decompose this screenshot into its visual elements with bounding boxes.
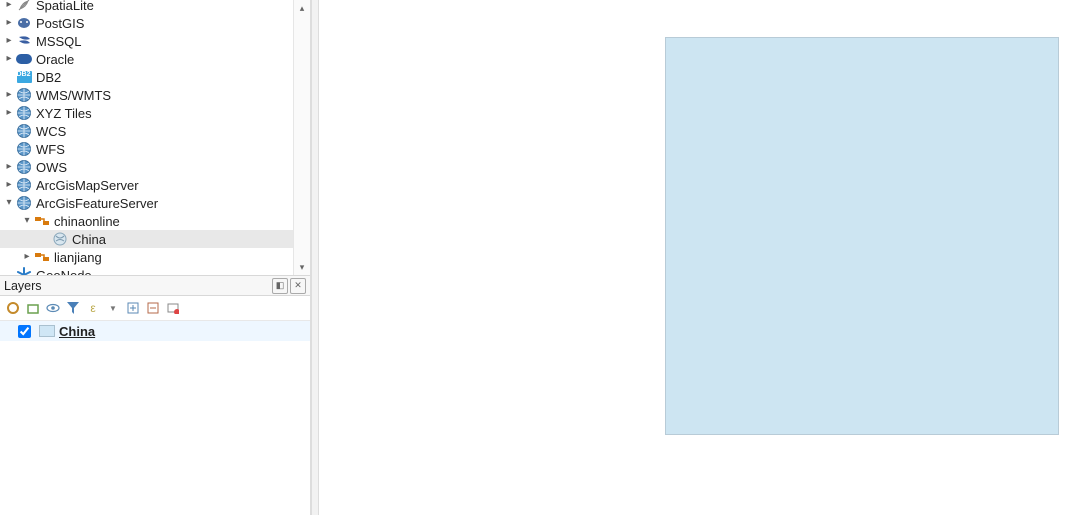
globe-icon	[16, 123, 32, 139]
browser-panel: ▸SpatiaLite▸PostGIS▸MSSQL▸Oracle▸DB2DB2▸…	[0, 0, 310, 275]
expand-arrow-icon[interactable]: ▸	[4, 36, 14, 46]
globe-icon	[16, 87, 32, 103]
undock-button[interactable]: ◧	[272, 278, 288, 294]
oracle-icon	[16, 51, 32, 67]
expand-arrow-icon[interactable]: ▸	[4, 0, 14, 10]
globe-icon	[16, 177, 32, 193]
close-panel-button[interactable]: ✕	[290, 278, 306, 294]
browser-item-label: lianjiang	[54, 250, 102, 265]
browser-item-wcs[interactable]: ▸WCS	[0, 122, 310, 140]
browser-item-postgis[interactable]: ▸ PostGIS	[0, 14, 310, 32]
browser-item-label: chinaonline	[54, 214, 120, 229]
layer-visibility-checkbox[interactable]	[18, 325, 31, 338]
db2-icon: DB2	[16, 69, 32, 85]
globe-icon	[16, 105, 32, 121]
layer-globe-icon	[52, 231, 68, 247]
globe-icon	[16, 159, 32, 175]
browser-item-label: DB2	[36, 70, 61, 85]
layers-toolbar: ε ▼	[0, 296, 310, 321]
style-manager-icon[interactable]	[6, 301, 20, 315]
filter-icon[interactable]	[66, 301, 80, 315]
browser-item-ows[interactable]: ▸ OWS	[0, 158, 310, 176]
expression-icon[interactable]: ε	[86, 301, 100, 315]
expand-arrow-icon[interactable]: ▸	[4, 108, 14, 118]
scroll-down-icon[interactable]: ▾	[294, 259, 310, 275]
layer-label: China	[59, 324, 95, 339]
browser-item-label: WFS	[36, 142, 65, 157]
browser-item-china[interactable]: ▸China	[0, 230, 310, 248]
connector-icon	[34, 249, 50, 265]
browser-item-mssql[interactable]: ▸ MSSQL	[0, 32, 310, 50]
mssql-icon	[16, 33, 32, 49]
elephant-icon	[16, 15, 32, 31]
browser-item-geonode[interactable]: ▸GeoNode	[0, 266, 310, 275]
map-feature-rectangle	[665, 37, 1059, 435]
browser-item-label: SpatiaLite	[36, 0, 94, 13]
browser-item-label: WCS	[36, 124, 66, 139]
expand-arrow-icon[interactable]: ▸	[4, 90, 14, 100]
expand-arrow-icon[interactable]: ▸	[4, 180, 14, 190]
browser-scrollbar[interactable]: ▴ ▾	[293, 0, 310, 275]
browser-item-chinaonline[interactable]: ▾ chinaonline	[0, 212, 310, 230]
expand-arrow-icon[interactable]: ▸	[22, 252, 32, 262]
add-group-icon[interactable]	[26, 301, 40, 315]
feather-icon	[16, 0, 32, 13]
browser-item-label: GeoNode	[36, 268, 92, 276]
browser-item-oracle[interactable]: ▸ Oracle	[0, 50, 310, 68]
browser-item-xyz-tiles[interactable]: ▸ XYZ Tiles	[0, 104, 310, 122]
browser-item-lianjiang[interactable]: ▸ lianjiang	[0, 248, 310, 266]
browser-item-label: WMS/WMTS	[36, 88, 111, 103]
panel-resize-handle[interactable]	[311, 0, 319, 515]
browser-item-label: PostGIS	[36, 16, 84, 31]
browser-item-label: ArcGisMapServer	[36, 178, 139, 193]
expand-arrow-icon[interactable]: ▾	[4, 198, 14, 208]
expand-all-icon[interactable]	[126, 301, 140, 315]
browser-item-db2[interactable]: ▸DB2DB2	[0, 68, 310, 86]
browser-item-label: ArcGisFeatureServer	[36, 196, 158, 211]
browser-item-arcgismapserver[interactable]: ▸ ArcGisMapServer	[0, 176, 310, 194]
scroll-up-icon[interactable]: ▴	[294, 0, 310, 16]
dropdown-icon[interactable]: ▼	[106, 301, 120, 315]
browser-item-label: Oracle	[36, 52, 74, 67]
browser-item-wfs[interactable]: ▸WFS	[0, 140, 310, 158]
collapse-all-icon[interactable]	[146, 301, 160, 315]
expand-arrow-icon[interactable]: ▸	[4, 162, 14, 172]
expand-arrow-icon[interactable]: ▾	[22, 216, 32, 226]
layers-title: Layers	[4, 279, 270, 293]
map-canvas[interactable]	[319, 0, 1080, 515]
visibility-icon[interactable]	[46, 301, 60, 315]
layer-symbol-swatch	[39, 325, 55, 337]
globe-icon	[16, 195, 32, 211]
layers-panel-header: Layers ◧ ✕	[0, 275, 310, 296]
browser-item-label: MSSQL	[36, 34, 82, 49]
geonode-icon	[16, 267, 32, 275]
layer-item-china[interactable]: China	[0, 321, 310, 341]
browser-item-label: OWS	[36, 160, 67, 175]
connector-icon	[34, 213, 50, 229]
browser-item-label: XYZ Tiles	[36, 106, 92, 121]
browser-item-label: China	[72, 232, 106, 247]
browser-item-spatialite[interactable]: ▸ SpatiaLite	[0, 0, 310, 14]
browser-item-wms-wmts[interactable]: ▸ WMS/WMTS	[0, 86, 310, 104]
layers-tree: China	[0, 321, 310, 515]
expand-arrow-icon[interactable]: ▸	[4, 18, 14, 28]
remove-layer-icon[interactable]	[166, 301, 180, 315]
sidebar-panel: ▸SpatiaLite▸PostGIS▸MSSQL▸Oracle▸DB2DB2▸…	[0, 0, 311, 515]
browser-item-arcgisfeatureserver[interactable]: ▾ ArcGisFeatureServer	[0, 194, 310, 212]
expand-arrow-icon[interactable]: ▸	[4, 54, 14, 64]
globe-icon	[16, 141, 32, 157]
